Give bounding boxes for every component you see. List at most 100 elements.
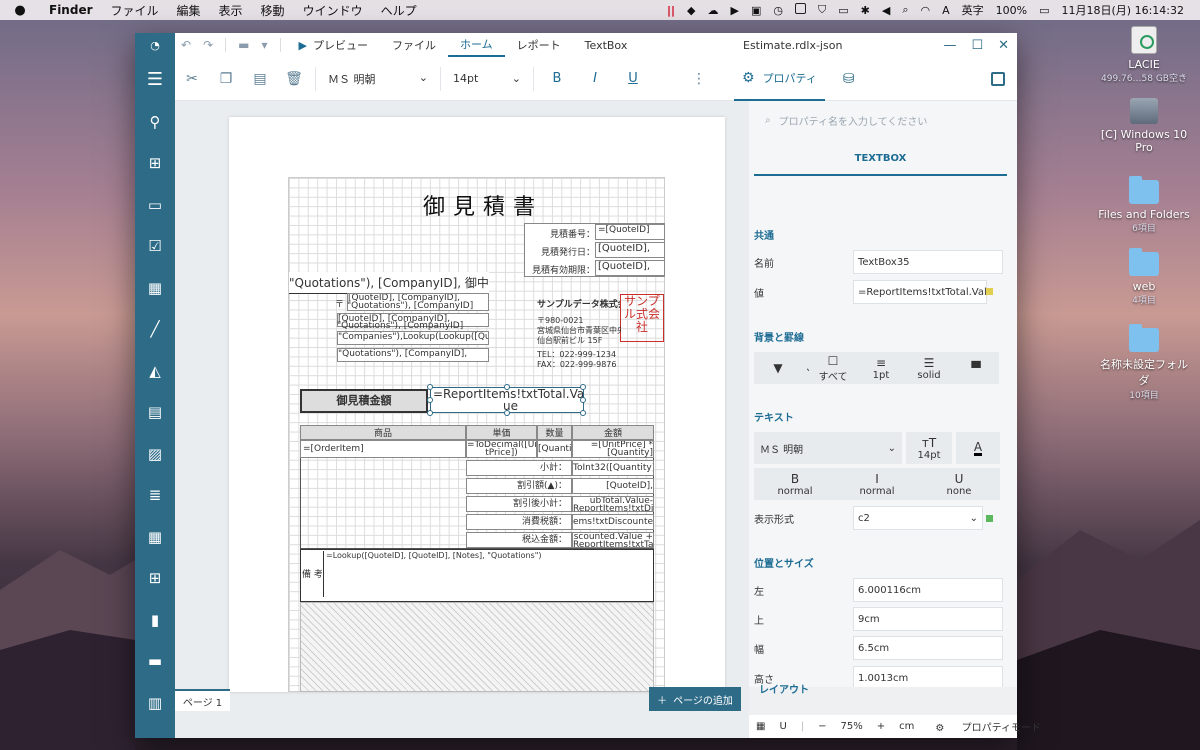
italic-button[interactable]: I (576, 71, 614, 86)
amount-label[interactable]: 御見積金額 (300, 389, 428, 413)
border-style-button[interactable]: ☰ solid (905, 352, 953, 384)
font-family-select[interactable]: ＭＳ 明朝 ⌄ (320, 71, 436, 87)
border-color-button[interactable]: ▀ (953, 352, 999, 384)
underline-button[interactable]: U (614, 71, 652, 86)
height-input[interactable]: 1.0013cm (853, 666, 1003, 687)
add-page-button[interactable]: ＋ ページの追加 (649, 687, 741, 711)
top-input[interactable]: 9cm (853, 607, 1003, 631)
resize-handle[interactable] (427, 384, 433, 390)
data-tab-database-icon[interactable]: ⛁ (843, 71, 855, 87)
summary-label-tax[interactable]: 消費税額： (466, 514, 572, 530)
media-icon[interactable]: ▶ (725, 4, 745, 17)
preview-button[interactable]: ▶ プレビュー (287, 33, 380, 57)
shape-tool-icon[interactable]: ◭ (135, 350, 175, 392)
resize-handle[interactable] (580, 410, 586, 416)
property-mode-button[interactable]: ⚙ プロパティモード (921, 719, 1055, 734)
bluetooth-icon[interactable]: ✱ (855, 4, 876, 17)
resize-handle[interactable] (427, 397, 433, 403)
table-tool-icon[interactable]: ▦ (135, 516, 175, 558)
resize-handle[interactable] (427, 410, 433, 416)
paste-icon[interactable]: ▤ (243, 71, 277, 87)
text-font-select[interactable]: ＭＳ 明朝 ⌄ (754, 432, 902, 464)
tab-file[interactable]: ファイル (380, 33, 448, 57)
name-input[interactable]: TextBox35 (853, 250, 1003, 274)
tab-report[interactable]: レポート (505, 33, 573, 57)
shield-icon[interactable]: ⛉ (812, 3, 832, 17)
desktop-item-files[interactable]: Files and Folders 6項目 (1096, 176, 1192, 234)
menu-edit[interactable]: 編集 (168, 2, 210, 19)
summary-value-subtotal[interactable]: ToInt32([Quantity]) (572, 460, 654, 476)
textbox-tool-icon[interactable]: ▭ (135, 184, 175, 226)
search-icon[interactable]: ⌕ (896, 3, 914, 17)
section-position[interactable]: 位置とサイズ (754, 555, 814, 570)
width-input[interactable]: 6.5cm (853, 636, 1003, 660)
summary-label-subtotal[interactable]: 小計： (466, 460, 572, 476)
wifi-icon[interactable]: ◠ (915, 4, 937, 17)
menu-help[interactable]: ヘルプ (372, 2, 426, 19)
address-line[interactable]: "Quotations"), [CompanyID], (337, 348, 489, 362)
design-canvas[interactable]: 御見積書 見積番号： 見積発行日： 見積有効期限： =[QuoteID] [Qu… (175, 101, 749, 738)
close-icon[interactable]: ✕ (998, 38, 1009, 53)
line-tool-icon[interactable]: ╱ (135, 309, 175, 351)
text-size-select[interactable]: тT 14pt (906, 432, 952, 464)
undo-icon[interactable]: ↶ (175, 38, 197, 52)
redo-icon[interactable]: ↷ (197, 38, 219, 52)
table-header-amount[interactable]: 金額 (572, 425, 654, 440)
format-select[interactable]: c2 ⌄ (853, 506, 983, 530)
resize-handle[interactable] (580, 384, 586, 390)
table-cell-amount[interactable]: =[UnitPrice] * [Quantity] (572, 440, 654, 458)
font-style-button[interactable]: Inormal (836, 468, 918, 500)
report-page[interactable]: 御見積書 見積番号： 見積発行日： 見積有効期限： =[QuoteID] [Qu… (229, 117, 725, 692)
barcode-tool-icon[interactable]: ▥ (135, 682, 175, 724)
clock[interactable]: 11月18日(月) 16:14:32 (1056, 2, 1190, 18)
meta-value-quote-no[interactable]: =[QuoteID] (595, 224, 665, 240)
company-name[interactable]: サンプルデータ株式会 (537, 297, 621, 310)
summary-label-discount[interactable]: 割引額(▲)： (466, 478, 572, 494)
meta-label-quote-no[interactable]: 見積番号： (527, 227, 595, 240)
properties-tab[interactable]: ⚙ プロパティ (734, 57, 825, 101)
value-input[interactable]: =ReportItems!txtTotal.Valu (853, 280, 987, 304)
tab-textbox[interactable]: TextBox (573, 33, 640, 57)
value-expression-indicator[interactable] (986, 288, 993, 295)
bold-button[interactable]: B (538, 71, 576, 86)
summary-value-discount[interactable]: [QuoteID], (572, 478, 654, 494)
table-header-price[interactable]: 単価 (466, 425, 537, 440)
section-text[interactable]: テキスト (754, 409, 794, 424)
meta-value-expiry[interactable]: [QuoteID], (595, 260, 665, 276)
page-footer-area[interactable] (300, 602, 654, 692)
more-icon[interactable]: ⋮ (682, 71, 716, 87)
screenshot-icon[interactable]: ▣ (745, 4, 767, 17)
image-tool-icon[interactable]: ▨ (135, 433, 175, 475)
menu-app-name[interactable]: Finder (40, 3, 102, 17)
report-title[interactable]: 御見積書 (353, 189, 613, 223)
desktop-item-windows[interactable]: [C] Windows 10 Pro (1096, 98, 1192, 154)
meta-value-issue-date[interactable]: [QuoteID], (595, 242, 665, 258)
zoom-in-icon[interactable]: + (870, 721, 892, 732)
parallels-icon[interactable]: || (661, 4, 681, 17)
matrix-tool-icon[interactable]: ⊞ (135, 558, 175, 600)
save-icon[interactable]: ▬ (232, 38, 255, 52)
time-machine-icon[interactable]: ◷ (767, 4, 789, 17)
notes-value[interactable]: =Lookup([QuoteID], [QuoteID], [Notes], "… (323, 551, 651, 597)
font-weight-button[interactable]: Bnormal (754, 468, 836, 500)
background-color-button[interactable]: ▼ (754, 352, 802, 384)
hamburger-icon[interactable]: ☰ (135, 57, 175, 101)
cut-icon[interactable]: ✂ (175, 71, 209, 87)
text-decoration-button[interactable]: Unone (918, 468, 1000, 500)
menu-file[interactable]: ファイル (102, 2, 168, 19)
menu-view[interactable]: 表示 (210, 2, 252, 19)
menu-go[interactable]: 移動 (252, 2, 294, 19)
summary-value-after-discount[interactable]: ubTotal.Value- ReportItems!txtDis (572, 496, 654, 512)
left-input[interactable]: 6.000116cm (853, 578, 1003, 602)
desktop-item-web[interactable]: web 4項目 (1096, 248, 1192, 306)
tab-home[interactable]: ホーム (447, 33, 505, 57)
table-header-item[interactable]: 商品 (300, 425, 466, 440)
container-tool-icon[interactable]: ▦ (135, 267, 175, 309)
customer-name[interactable]: "Quotations"), [CompanyID], 御中 (289, 272, 489, 294)
sparkline-tool-icon[interactable]: ▬ (135, 641, 175, 683)
property-search[interactable]: ⌕ プロパティ名を入力してください (757, 109, 1007, 131)
section-common[interactable]: 共通 (754, 227, 774, 242)
font-size-select[interactable]: 14pt ⌄ (445, 72, 529, 85)
zoom-value[interactable]: 75% (834, 721, 870, 732)
summary-value-total[interactable]: scounted.Value + ReportItems!txtTax (572, 532, 654, 548)
